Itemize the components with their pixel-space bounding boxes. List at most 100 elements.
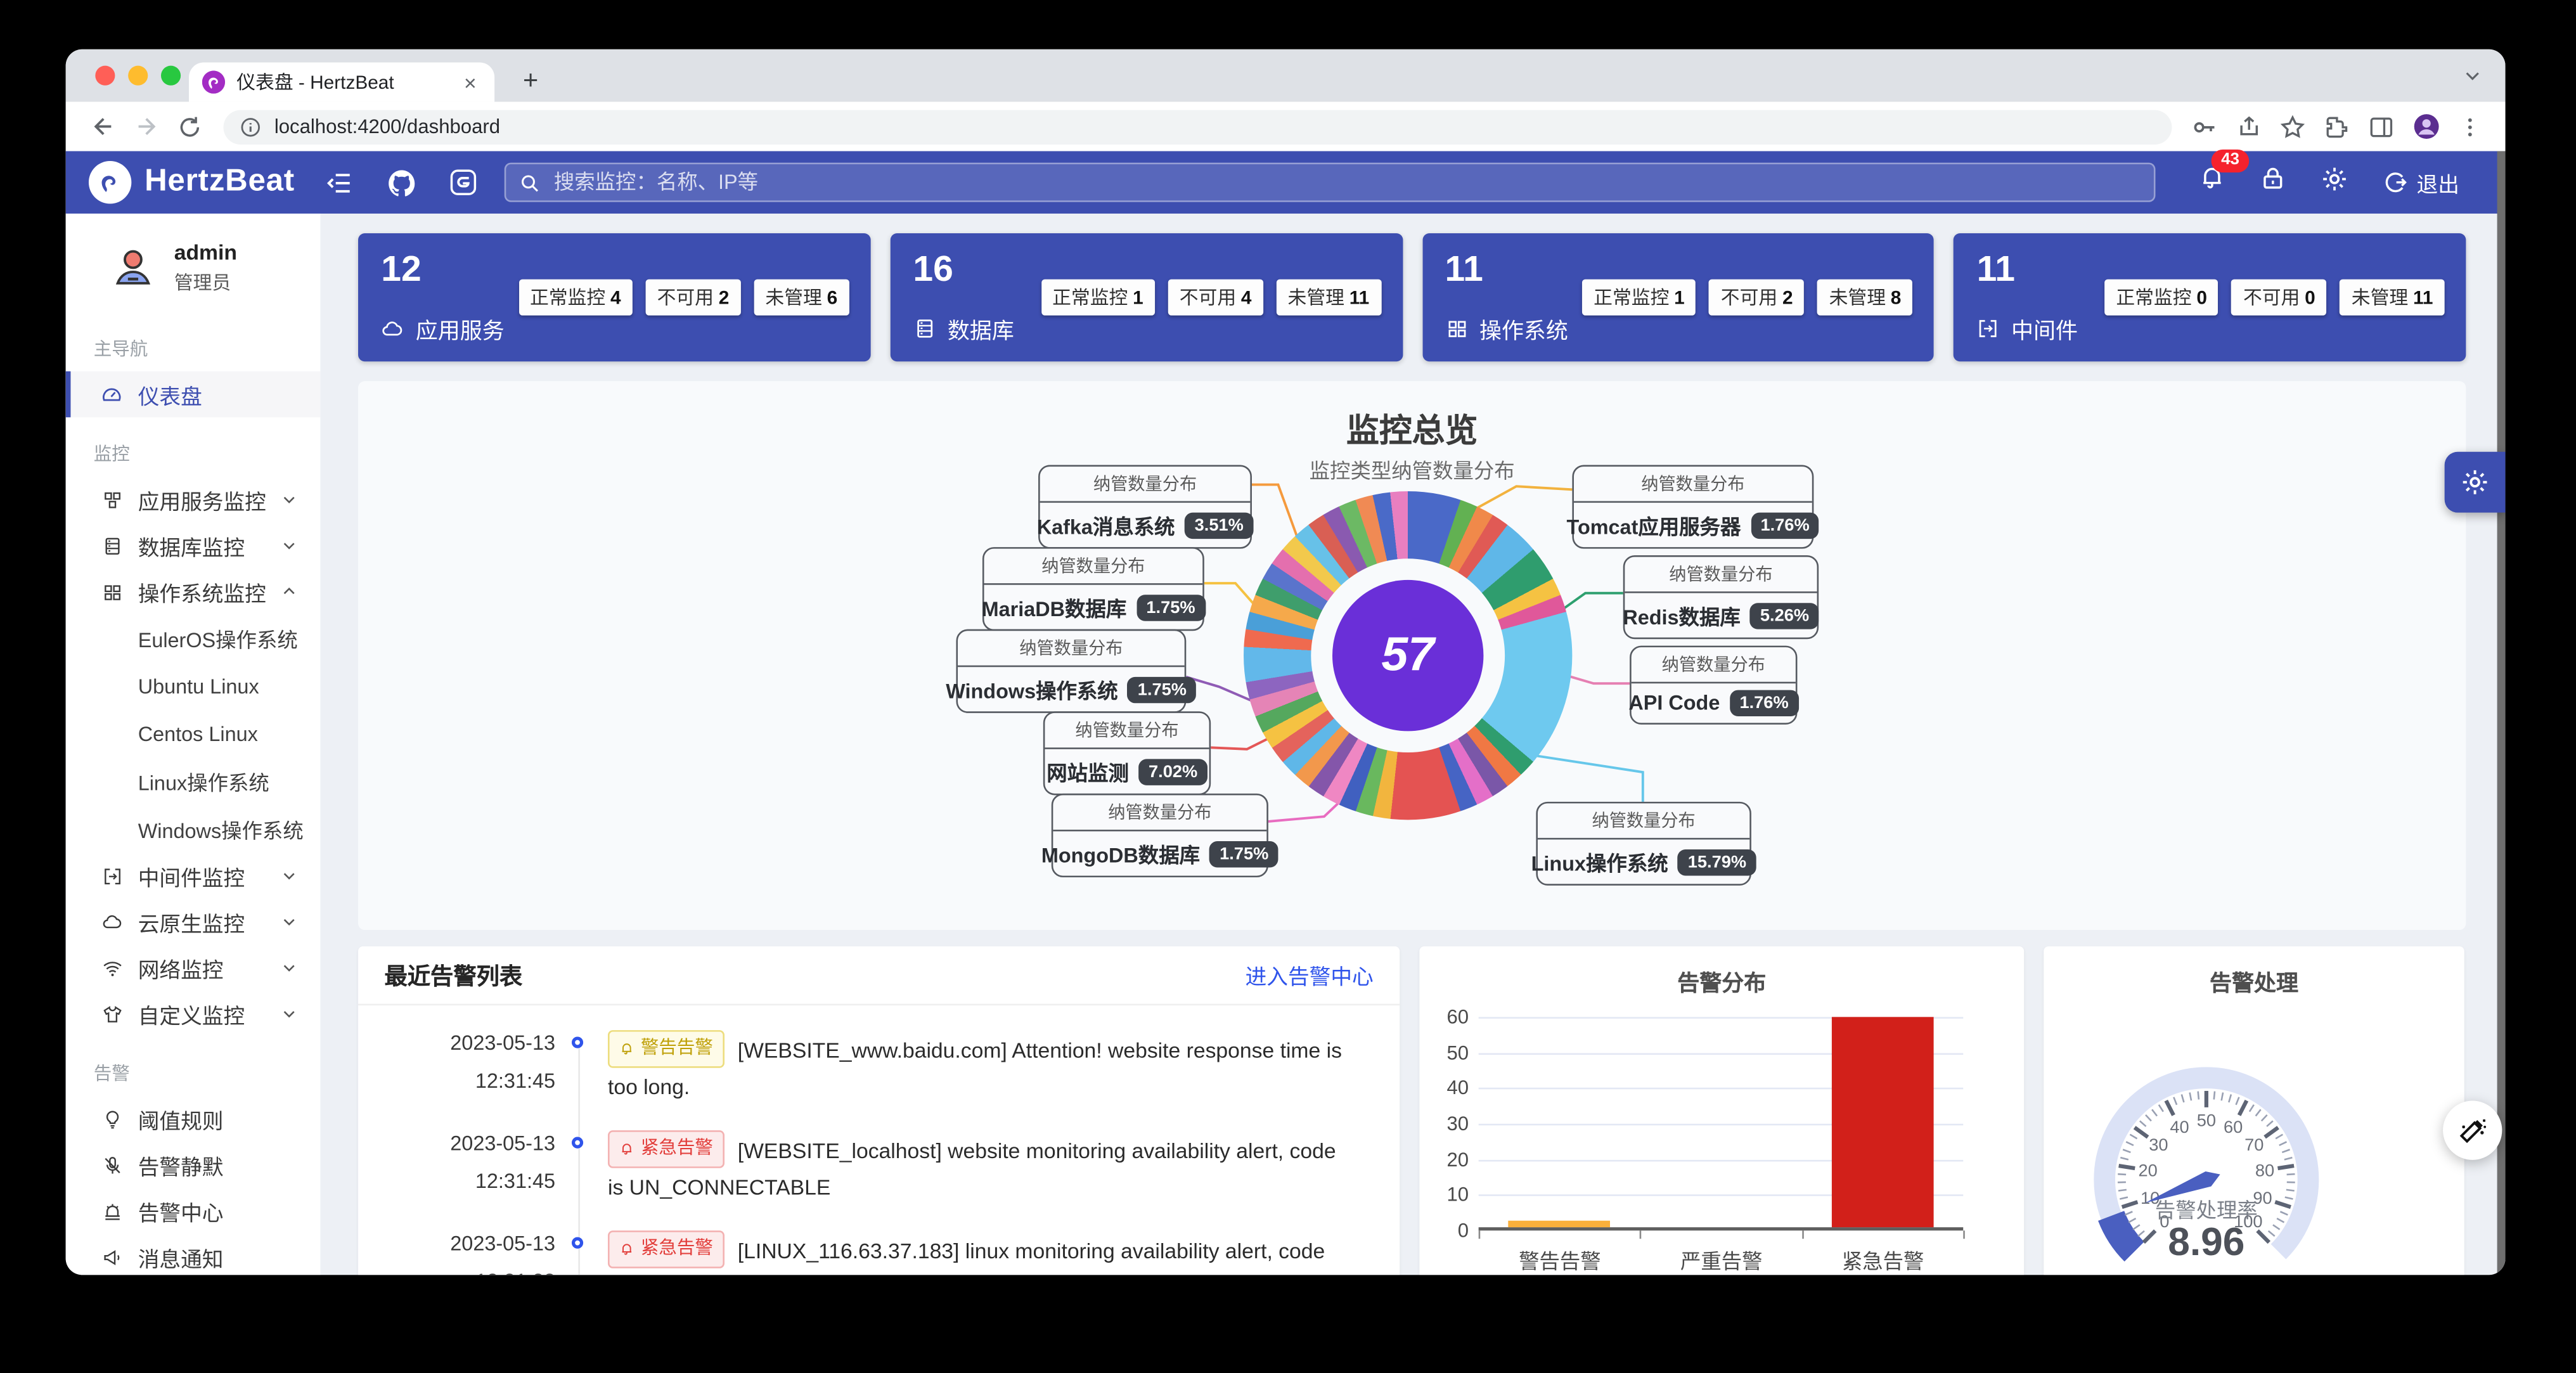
dashboard-gauge-icon xyxy=(100,383,123,406)
new-tab-button[interactable]: + xyxy=(513,64,549,100)
svg-text:60: 60 xyxy=(2224,1117,2243,1137)
brand-title[interactable]: HertzBeat xyxy=(145,164,295,200)
sidebar-collapse-icon[interactable] xyxy=(318,161,360,203)
magic-wand-icon xyxy=(2459,1119,2487,1144)
chevron-down-icon xyxy=(281,910,297,934)
minimize-window-button[interactable] xyxy=(128,65,148,86)
search-input[interactable] xyxy=(550,169,2141,196)
scrollbar[interactable] xyxy=(2497,151,2506,1275)
close-window-button[interactable] xyxy=(95,65,115,86)
monitor-search-box[interactable] xyxy=(505,162,2156,202)
sidebar-subitem-centos[interactable]: Centos Linux xyxy=(66,710,321,757)
profile-avatar[interactable] xyxy=(2410,111,2441,142)
tab-search-chevron-icon[interactable] xyxy=(2463,66,2482,86)
user-block[interactable]: admin 管理员 xyxy=(66,214,321,313)
search-icon xyxy=(522,174,539,191)
sidebar-item-app-service-monitor[interactable]: 应用服务监控 xyxy=(66,477,321,523)
chevron-down-icon xyxy=(281,533,297,558)
sidebar-item-network-monitor[interactable]: 网络监控 xyxy=(66,944,321,991)
zoom-window-button[interactable] xyxy=(160,65,181,86)
settings-gear-icon[interactable] xyxy=(2320,164,2350,202)
sidebar-item-message-notice[interactable]: 消息通知 xyxy=(66,1234,321,1275)
sidebar-item-database-monitor[interactable]: 数据库监控 xyxy=(66,522,321,569)
sidebar-subitem-ubuntu[interactable]: Ubuntu Linux xyxy=(66,662,321,710)
bar-警告告警 xyxy=(1508,1220,1611,1228)
status-badge: 未管理 6 xyxy=(754,279,849,316)
sidebar-item-os-monitor[interactable]: 操作系统监控 xyxy=(66,569,321,615)
svg-text:50: 50 xyxy=(2197,1111,2216,1130)
hertzbeat-favicon xyxy=(202,70,226,94)
callout-windows: 纳管数量分布 Windows操作系统 1.75% xyxy=(946,629,1197,713)
svg-text:70: 70 xyxy=(2244,1135,2264,1154)
site-info-icon[interactable] xyxy=(240,116,261,138)
alert-distribution-card: 告警分布 0 10 20 30 40 50 60 警告告警 严重告警 紧急告警 xyxy=(1419,946,2025,1275)
toolbar-icons xyxy=(2188,111,2485,142)
alerts-title: 最近告警列表 xyxy=(384,962,523,988)
alert-level-badge: 紧急告警 xyxy=(607,1230,724,1268)
url-text: localhost:4200/dashboard xyxy=(274,115,501,138)
extensions-puzzle-icon[interactable] xyxy=(2321,111,2352,142)
forward-button[interactable] xyxy=(128,108,164,145)
bookmark-star-icon[interactable] xyxy=(2277,111,2308,142)
status-badge: 正常监控 1 xyxy=(1040,279,1155,316)
hertzbeat-navbar: HertzBeat 43 退出 xyxy=(65,149,2506,214)
svg-text:8.96: 8.96 xyxy=(2168,1220,2244,1264)
notification-count-badge[interactable]: 43 xyxy=(2211,149,2250,173)
tab-title: 仪表盘 - HertzBeat xyxy=(236,74,394,94)
browser-tab[interactable]: 仪表盘 - HertzBeat × xyxy=(189,62,495,102)
password-key-icon[interactable] xyxy=(2188,111,2219,142)
bulb-icon xyxy=(100,1107,123,1130)
logout-button[interactable]: 退出 xyxy=(2382,167,2459,198)
svg-text:20: 20 xyxy=(2139,1160,2158,1180)
github-icon[interactable] xyxy=(380,161,423,203)
middleware-icon xyxy=(100,864,123,887)
sidebar-subitem-windows[interactable]: Windows操作系统 xyxy=(66,805,321,853)
chevron-up-icon xyxy=(281,579,297,604)
stat-card-database[interactable]: 16 数据库 正常监控 1 不可用 4 未管理 11 xyxy=(890,233,1403,362)
chevron-down-icon xyxy=(281,863,297,888)
user-name: admin xyxy=(174,240,237,265)
sidebar-item-middleware-monitor[interactable]: 中间件监控 xyxy=(66,853,321,899)
sidebar-item-dashboard[interactable]: 仪表盘 xyxy=(65,371,321,418)
status-badge: 不可用 0 xyxy=(2231,279,2327,316)
sidebar-item-custom-monitor[interactable]: 自定义监控 xyxy=(66,991,321,1037)
sidebar-subitem-euleros[interactable]: EulerOS操作系统 xyxy=(66,614,321,662)
alert-handle-gauge-chart: 010203040 50 60708090100告警处理率8.96 xyxy=(2094,1067,2319,1264)
callout-tomcat: 纳管数量分布 Tomcat应用服务器 1.76% xyxy=(1567,465,1820,549)
tab-close-icon[interactable]: × xyxy=(459,70,481,94)
sidebar-item-cloud-native-monitor[interactable]: 云原生监控 xyxy=(66,899,321,945)
share-icon[interactable] xyxy=(2232,111,2264,142)
alert-row: 2023-05-1312:31:38 紧急告警[LINUX_116.63.37.… xyxy=(358,1230,1400,1275)
browser-toolbar: localhost:4200/dashboard xyxy=(65,101,2506,151)
bell-icon xyxy=(622,1244,632,1255)
lock-icon[interactable] xyxy=(2259,164,2287,200)
alert-center-link[interactable]: 进入告警中心 xyxy=(1246,960,1374,991)
sidebar-subitem-linux[interactable]: Linux操作系统 xyxy=(66,757,321,805)
traffic-lights[interactable] xyxy=(95,65,181,86)
sidebar-item-alert-silence[interactable]: 告警静默 xyxy=(66,1142,321,1188)
bar-chart-title: 告警分布 xyxy=(1677,970,1767,996)
address-bar[interactable]: localhost:4200/dashboard xyxy=(223,109,2172,144)
stat-card-app-service[interactable]: 12 应用服务 正常监控 4 不可用 2 未管理 6 xyxy=(358,233,871,362)
database-icon xyxy=(100,534,123,557)
stat-card-os[interactable]: 11 操作系统 正常监控 1 不可用 2 未管理 8 xyxy=(1422,233,1935,362)
gitee-icon[interactable] xyxy=(442,161,485,203)
browser-menu-kebab-icon[interactable] xyxy=(2454,111,2485,142)
theme-settings-fab[interactable] xyxy=(2444,451,2506,513)
back-button[interactable] xyxy=(86,108,122,145)
magic-wand-fab[interactable] xyxy=(2443,1100,2502,1160)
sidebar: admin 管理员 主导航 仪表盘 监控 应用服务监控 数据库监控 操作系统监控… xyxy=(65,213,321,1275)
sidebar-item-alert-center[interactable]: 告警中心 xyxy=(66,1188,321,1234)
nav-group-label: 告警 xyxy=(93,1064,130,1085)
reload-button[interactable] xyxy=(171,108,207,145)
megaphone-icon xyxy=(100,1246,123,1268)
bar-紧急告警 xyxy=(1831,1017,1934,1228)
side-panel-icon[interactable] xyxy=(2366,111,2397,142)
stat-card-middleware[interactable]: 11 中间件 正常监控 0 不可用 0 未管理 11 xyxy=(1954,233,2466,362)
overview-subtitle: 监控类型纳管数量分布 xyxy=(1309,460,1515,483)
donut-center-total: 57 xyxy=(1332,579,1484,732)
notification-bell-icon[interactable]: 43 xyxy=(2198,149,2250,200)
sidebar-item-threshold-rules[interactable]: 阈值规则 xyxy=(66,1096,321,1142)
hertzbeat-logo[interactable] xyxy=(88,160,132,204)
status-badge: 不可用 4 xyxy=(1168,279,1263,316)
